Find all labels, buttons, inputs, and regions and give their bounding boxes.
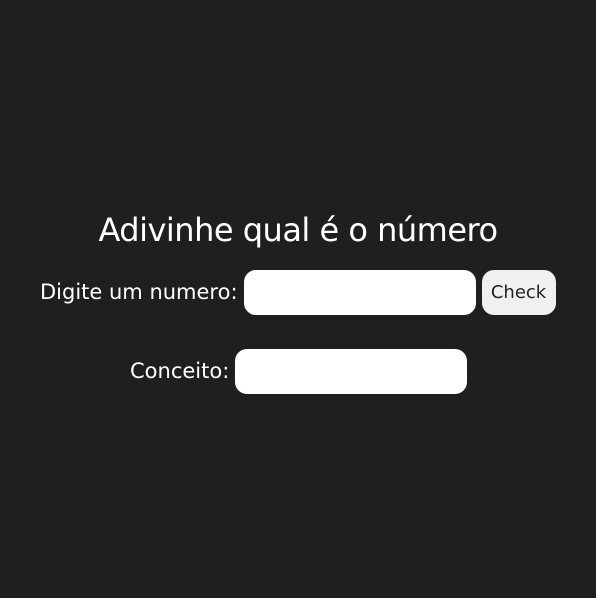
guess-row: Digite um numero: Check	[40, 270, 556, 315]
guess-label: Digite um numero:	[40, 280, 238, 304]
check-button[interactable]: Check	[481, 270, 556, 315]
guess-input[interactable]	[243, 270, 476, 315]
page-title: Adivinhe qual é o número	[98, 211, 498, 249]
concept-output-field[interactable]	[235, 349, 468, 394]
concept-label: Conceito:	[130, 359, 230, 383]
concept-row: Conceito:	[130, 349, 468, 394]
